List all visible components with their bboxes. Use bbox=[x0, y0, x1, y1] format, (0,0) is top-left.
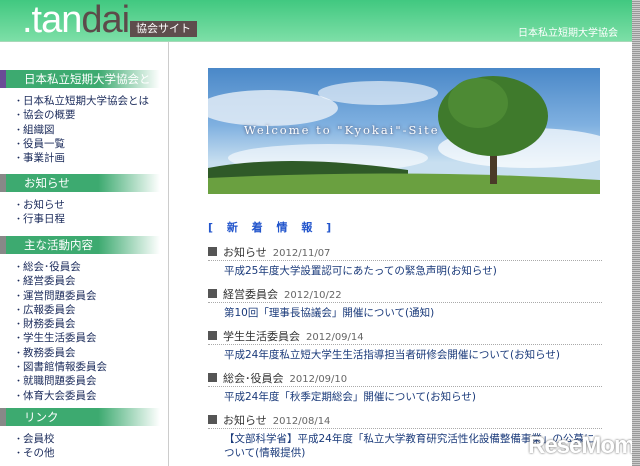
sidebar-link[interactable]: 行事日程 bbox=[18, 213, 65, 227]
sidebar-link[interactable]: 組織図 bbox=[18, 124, 149, 138]
sidebar-link-list: 会員校その他 bbox=[18, 433, 55, 462]
sidebar-link[interactable]: 会員校 bbox=[18, 433, 55, 447]
sidebar-link[interactable]: 協会の概要 bbox=[18, 109, 149, 123]
sidebar-section-header: リンク bbox=[0, 408, 160, 426]
sidebar: 日本私立短期大学協会とは日本私立短期大学協会とは協会の概要組織図役員一覧事業計画… bbox=[0, 42, 169, 466]
logo-text-accent: d bbox=[81, 0, 102, 41]
welcome-text: Welcome to "Kyokai"-Site bbox=[244, 123, 440, 137]
sidebar-link[interactable]: 就職問題委員会 bbox=[18, 375, 107, 389]
news-date: 2012/09/10 bbox=[289, 374, 348, 385]
sidebar-link[interactable]: 学生生活委員会 bbox=[18, 332, 107, 346]
square-bullet-icon bbox=[208, 415, 217, 424]
news-link[interactable]: 平成24年度私立短大学生生活指導担当者研修会開催について(お知らせ) bbox=[224, 348, 604, 362]
sidebar-section-header: 日本私立短期大学協会とは bbox=[0, 70, 160, 104]
sidebar-link[interactable]: 図書館情報委員会 bbox=[18, 361, 107, 375]
sidebar-link-list: お知らせ行事日程 bbox=[18, 199, 65, 228]
sidebar-link[interactable]: 体育大会委員会 bbox=[18, 390, 107, 404]
logo-text: .tan bbox=[22, 0, 82, 41]
news-category: お知らせ bbox=[223, 246, 267, 259]
square-bullet-icon bbox=[208, 289, 217, 298]
square-bullet-icon bbox=[208, 247, 217, 256]
logo-text-end: ai bbox=[101, 0, 131, 41]
sidebar-link[interactable]: 教務委員会 bbox=[18, 347, 107, 361]
sidebar-link[interactable]: 財務委員会 bbox=[18, 318, 107, 332]
welcome-banner: Welcome to "Kyokai"-Site bbox=[208, 68, 600, 194]
news-item-header: 学生生活委員会 2012/09/14 bbox=[208, 329, 602, 345]
sidebar-link[interactable]: 経営委員会 bbox=[18, 275, 107, 289]
sidebar-link[interactable]: 役員一覧 bbox=[18, 138, 149, 152]
news-item-header: お知らせ 2012/11/07 bbox=[208, 245, 602, 261]
news-date: 2012/09/14 bbox=[306, 332, 364, 343]
sidebar-link[interactable]: 広報委員会 bbox=[18, 304, 107, 318]
news-date: 2012/10/22 bbox=[284, 290, 342, 301]
news-category: 経営委員会 bbox=[223, 288, 278, 301]
sidebar-section-header: 主な活動内容 bbox=[0, 236, 160, 254]
news-link[interactable]: 第10回「理事長協議会」開催について(通知) bbox=[224, 306, 604, 320]
sidebar-section-header: お知らせ bbox=[0, 174, 160, 192]
tandai-logo[interactable]: .tandai bbox=[22, 0, 131, 41]
sidebar-link[interactable]: 日本私立短期大学協会とは bbox=[18, 95, 149, 109]
news-link[interactable]: 平成24年度「秋季定期総会」開催について(お知らせ) bbox=[224, 390, 604, 404]
news-date: 2012/11/07 bbox=[272, 248, 331, 259]
news-category: 総会･役員会 bbox=[223, 372, 284, 385]
sidebar-link[interactable]: その他 bbox=[18, 447, 55, 461]
org-name: 日本私立短期大学協会 bbox=[518, 28, 618, 39]
site-header: .tandai 協会サイト 日本私立短期大学協会 bbox=[0, 0, 632, 42]
square-bullet-icon bbox=[208, 373, 217, 382]
sidebar-link-list: 総会･役員会経営委員会運営問題委員会広報委員会財務委員会学生生活委員会教務委員会… bbox=[18, 261, 107, 404]
news-item-header: お知らせ 2012/08/14 bbox=[208, 413, 602, 429]
news-link[interactable]: 平成25年度大学設置認可にあたっての緊急声明(お知らせ) bbox=[224, 264, 604, 278]
sidebar-link[interactable]: 総会･役員会 bbox=[18, 261, 107, 275]
news-date: 2012/08/14 bbox=[272, 416, 331, 427]
site-label: 協会サイト bbox=[130, 21, 197, 37]
sidebar-link[interactable]: 事業計画 bbox=[18, 152, 149, 166]
scrollbar[interactable] bbox=[632, 0, 640, 466]
resemom-watermark: ReseMom bbox=[528, 432, 635, 459]
square-bullet-icon bbox=[208, 331, 217, 340]
news-category: お知らせ bbox=[223, 414, 267, 427]
sidebar-link[interactable]: 運営問題委員会 bbox=[18, 290, 107, 304]
news-item-header: 経営委員会 2012/10/22 bbox=[208, 287, 602, 303]
news-category: 学生生活委員会 bbox=[223, 330, 300, 343]
news-title: [ 新 着 情 報 ] bbox=[208, 221, 337, 234]
sidebar-link[interactable]: お知らせ bbox=[18, 199, 65, 213]
news-item-header: 総会･役員会 2012/09/10 bbox=[208, 371, 602, 387]
sidebar-link-list: 日本私立短期大学協会とは協会の概要組織図役員一覧事業計画 bbox=[18, 95, 149, 166]
